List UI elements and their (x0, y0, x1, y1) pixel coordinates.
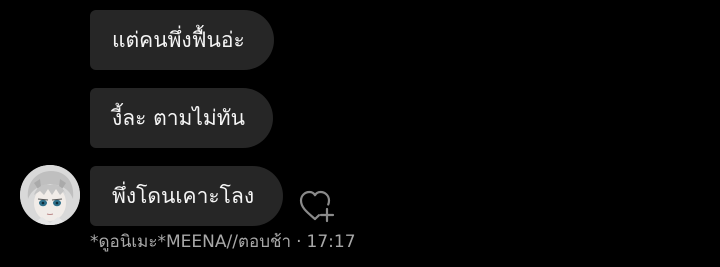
message-time: 17:17 (306, 232, 356, 252)
meta-separator: · (296, 232, 302, 252)
heart-plus-icon[interactable] (298, 188, 336, 224)
message-text: แต่คนพึ่งฟื้นอ่ะ (112, 28, 245, 52)
message-bubble[interactable]: งี้ละ ตามไม่ทัน (90, 88, 273, 148)
sender-name: *ดูอนิเมะ*MEENA//ตอบช้า (90, 232, 292, 252)
message-meta: *ดูอนิเมะ*MEENA//ตอบช้า · 17:17 (90, 232, 356, 252)
message-bubble[interactable]: พึ่งโดนเคาะโลง (90, 166, 283, 226)
avatar-image (20, 165, 80, 225)
message-text: พึ่งโดนเคาะโลง (112, 184, 255, 208)
avatar[interactable] (20, 165, 80, 225)
message-bubble[interactable]: แต่คนพึ่งฟื้นอ่ะ (90, 10, 274, 70)
message-text: งี้ละ ตามไม่ทัน (112, 106, 245, 130)
